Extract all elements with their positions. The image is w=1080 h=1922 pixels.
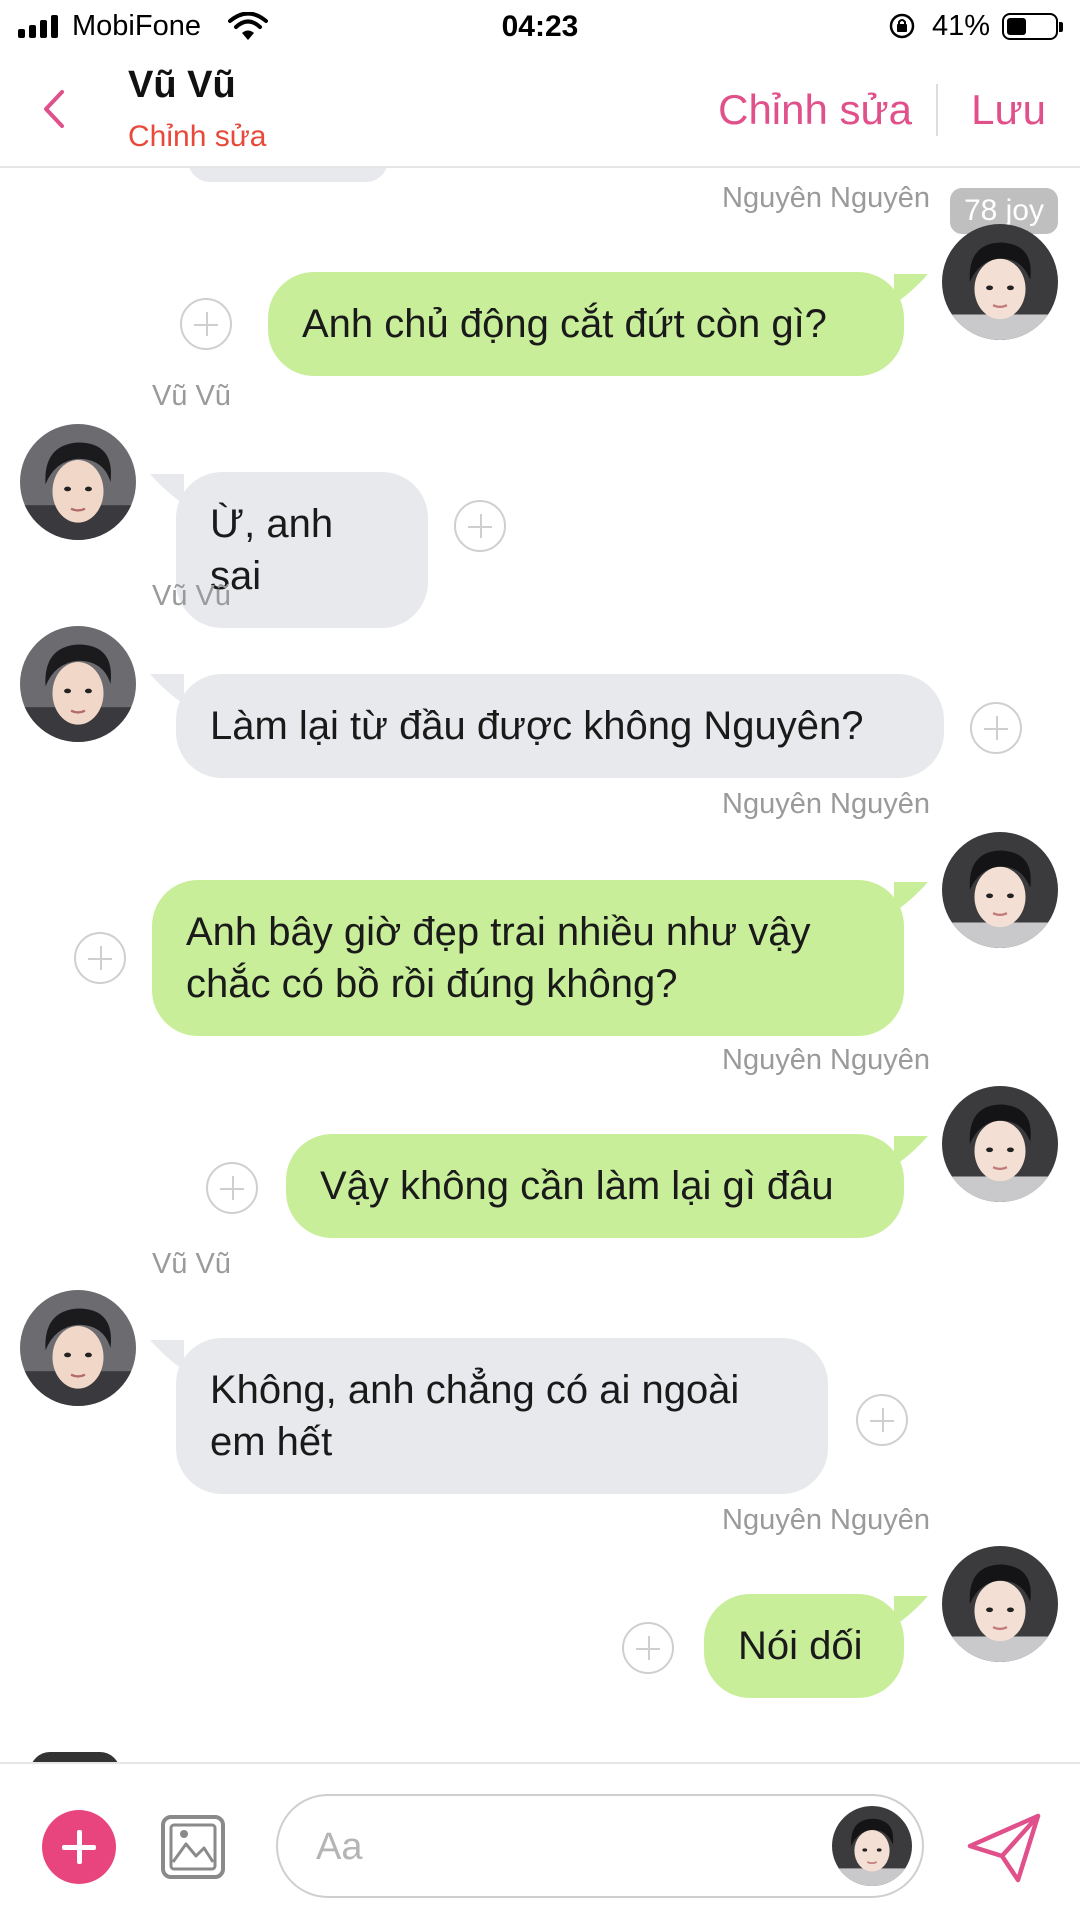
add-reaction-icon[interactable] xyxy=(454,500,506,552)
sender-name: Nguyên Nguyên xyxy=(722,1044,930,1076)
battery-icon xyxy=(1002,13,1063,40)
avatar[interactable] xyxy=(832,1806,912,1886)
add-button[interactable] xyxy=(42,1810,116,1884)
chat-area[interactable]: 78 joy Nguyên Nguyên Anh chủ động cắt đứ… xyxy=(0,168,1080,1762)
edit-button[interactable]: Chỉnh sửa xyxy=(718,86,912,134)
status-bar: MobiFone 04:23 41% xyxy=(0,0,1080,56)
add-reaction-icon[interactable] xyxy=(74,932,126,984)
avatar[interactable] xyxy=(20,424,136,540)
image-icon[interactable] xyxy=(160,1814,226,1880)
save-button[interactable]: Lưu xyxy=(971,86,1046,134)
sender-name: Vũ Vũ xyxy=(152,380,231,412)
next-message-avatar xyxy=(30,1752,120,1762)
clock: 04:23 xyxy=(501,10,579,43)
message-bubble[interactable]: Vậy không cần làm lại gì đâu xyxy=(286,1134,904,1238)
previous-bubble xyxy=(188,168,388,182)
back-button[interactable] xyxy=(30,84,80,134)
message-bubble[interactable]: Làm lại từ đầu được không Nguyên? xyxy=(176,674,944,778)
message-bubble[interactable]: Không, anh chẳng có ai ngoài em hết xyxy=(176,1338,828,1494)
avatar[interactable] xyxy=(942,1546,1058,1662)
rotation-lock-icon xyxy=(889,13,915,39)
message-bubble[interactable]: Anh bây giờ đẹp trai nhiều như vậy chắc … xyxy=(152,880,904,1036)
add-reaction-icon[interactable] xyxy=(180,298,232,350)
add-reaction-icon[interactable] xyxy=(970,702,1022,754)
add-reaction-icon[interactable] xyxy=(856,1394,908,1446)
avatar[interactable] xyxy=(942,1086,1058,1202)
avatar[interactable] xyxy=(20,1290,136,1406)
battery-percent: 41% xyxy=(932,10,991,42)
avatar[interactable] xyxy=(20,626,136,742)
input-placeholder: Aa xyxy=(316,1826,363,1868)
message-bubble[interactable]: Nói dối xyxy=(704,1594,904,1698)
avatar[interactable] xyxy=(942,224,1058,340)
avatar[interactable] xyxy=(942,832,1058,948)
chat-header: Vũ Vũ Chỉnh sửa Chỉnh sửa Lưu xyxy=(0,56,1080,168)
bubble-tail xyxy=(150,674,184,704)
message-input[interactable]: Aa xyxy=(276,1794,924,1898)
sender-name: Nguyên Nguyên xyxy=(722,182,930,214)
contact-subtitle[interactable]: Chỉnh sửa xyxy=(128,120,267,154)
sender-name: Nguyên Nguyên xyxy=(722,788,930,820)
composer-bar: Aa xyxy=(0,1762,1080,1922)
send-icon[interactable] xyxy=(966,1812,1042,1884)
message-bubble[interactable]: Anh chủ động cắt đứt còn gì? xyxy=(268,272,904,376)
sender-name: Nguyên Nguyên xyxy=(722,1504,930,1536)
sender-name: Vũ Vũ xyxy=(152,1248,231,1280)
add-reaction-icon[interactable] xyxy=(622,1622,674,1674)
sender-name: Vũ Vũ xyxy=(152,580,231,612)
header-divider xyxy=(936,84,938,136)
contact-name: Vũ Vũ xyxy=(128,64,236,106)
add-reaction-icon[interactable] xyxy=(206,1162,258,1214)
